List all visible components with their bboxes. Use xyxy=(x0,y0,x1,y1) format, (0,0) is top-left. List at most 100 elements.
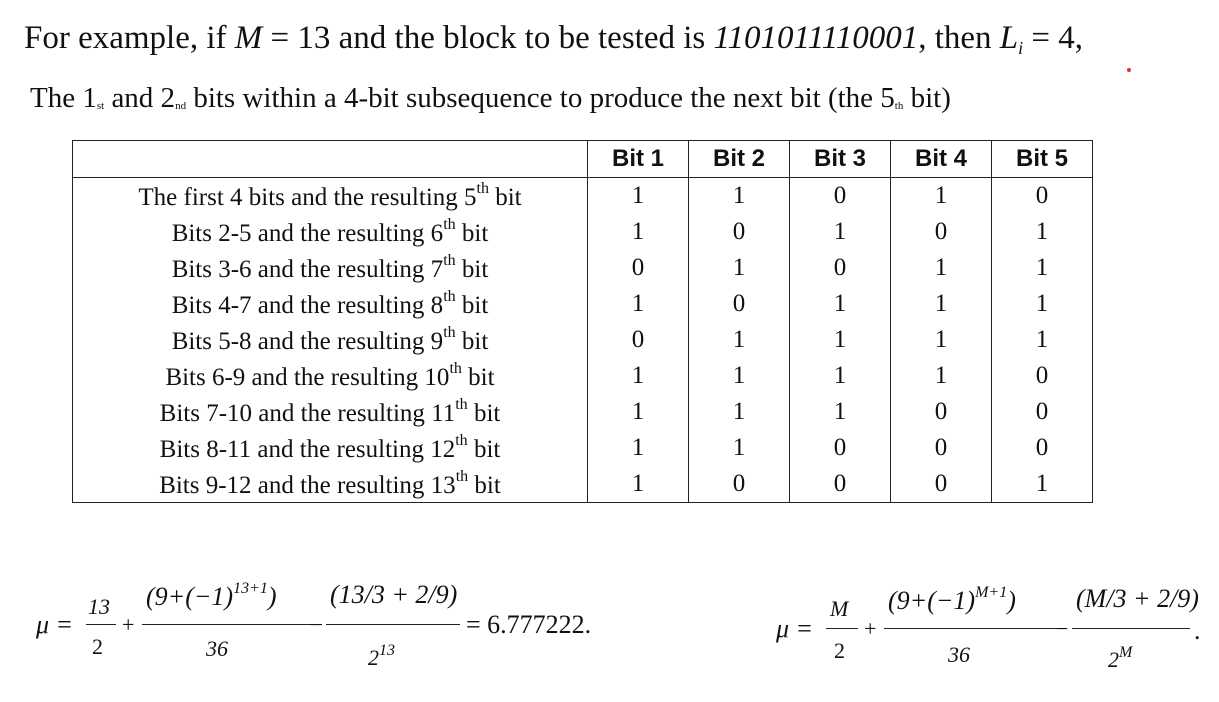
row-label-sup: th xyxy=(455,432,468,449)
row-label: Bits 9-12 and the resulting 13th bit xyxy=(72,466,588,503)
m-value: = 13 xyxy=(262,20,331,56)
bit-cell: 1 xyxy=(789,322,891,358)
bit-cell: 1 xyxy=(789,358,891,394)
right-n2-base: (9+(−1) xyxy=(888,586,976,615)
bit-cell: 1 xyxy=(688,430,790,466)
left-n2-close: ) xyxy=(267,582,277,611)
line2-part-a: The 1 xyxy=(30,82,97,114)
var-l: L xyxy=(999,20,1019,56)
right-plus: + xyxy=(864,616,877,641)
row-label-tail: bit xyxy=(461,364,495,391)
bit-cell: 0 xyxy=(890,466,992,503)
table-row: Bits 9-12 and the resulting 13th bit 1 0 0 0… xyxy=(72,466,1093,503)
row-label-text: Bits 5-8 and the resulting 9 xyxy=(171,328,444,355)
bit-cell: 0 xyxy=(890,394,992,430)
right-end: . xyxy=(1194,616,1201,645)
row-label-text: Bits 7-10 and the resulting 11 xyxy=(159,400,456,427)
right-d3-exp: M xyxy=(1119,644,1133,661)
bit-cell: 0 xyxy=(991,358,1093,394)
line2-part-b: and 2 xyxy=(104,82,176,114)
bit-cell: 0 xyxy=(789,430,891,466)
table-row: Bits 4-7 and the resulting 8th bit 1 0 1 1 1 xyxy=(72,286,1093,322)
row-label: Bits 6-9 and the resulting 10th bit xyxy=(72,358,588,394)
row-label-tail: bit xyxy=(455,220,489,247)
left-n2-base: (9+(−1) xyxy=(146,582,234,611)
bit-cell: 1 xyxy=(890,286,992,322)
right-n2-exp: M+1 xyxy=(975,584,1008,601)
table-row: Bits 6-9 and the resulting 10th bit 1 1 1 1 0 xyxy=(72,358,1093,394)
table-row: Bits 2-5 and the resulting 6th bit 1 0 1 0 1 xyxy=(72,214,1093,250)
left-n2-exp: 13+1 xyxy=(233,580,268,597)
left-d2: 36 xyxy=(206,636,228,661)
bit-cell: 1 xyxy=(789,214,891,250)
bit-cell: 0 xyxy=(688,286,790,322)
bit-cell: 1 xyxy=(991,250,1093,286)
header-bit-5: Bit 5 xyxy=(991,140,1093,178)
bit-cell: 0 xyxy=(789,177,891,214)
row-label-sup: th xyxy=(443,288,456,305)
row-label: Bits 7-10 and the resulting 11th bit xyxy=(72,394,588,430)
intro-prefix: For example, if xyxy=(24,20,235,56)
header-bit-4: Bit 4 xyxy=(890,140,992,178)
row-label-tail: bit xyxy=(467,400,501,427)
row-label-sup: th xyxy=(455,396,468,413)
bit-cell: 0 xyxy=(991,430,1093,466)
row-label-tail: bit xyxy=(455,256,489,283)
row-label-sup: th xyxy=(476,180,489,197)
row-label-sup: th xyxy=(455,468,469,485)
right-d3: 2M xyxy=(1108,644,1132,673)
bit-cell: 1 xyxy=(789,394,891,430)
bit-cell: 0 xyxy=(991,394,1093,430)
bit-cell: 1 xyxy=(587,177,689,214)
row-label-text: Bits 2-5 and the resulting 6 xyxy=(171,220,444,247)
row-label-text: Bits 3-6 and the resulting 7 xyxy=(171,256,444,283)
row-label-tail: bit xyxy=(488,184,522,211)
bit-cell: 0 xyxy=(991,177,1093,214)
row-label: Bits 2-5 and the resulting 6th bit xyxy=(72,214,588,250)
bit-cell: 1 xyxy=(587,394,689,430)
left-bar-1 xyxy=(86,624,116,625)
left-n1: 13 xyxy=(88,594,110,619)
row-label-text: Bits 8-11 and the resulting 12 xyxy=(159,436,456,463)
bit-cell: 1 xyxy=(688,358,790,394)
bit-cell: 0 xyxy=(688,466,790,503)
right-n2: (9+(−1)M+1) xyxy=(888,584,1016,616)
intro-mid: and the block to be tested is xyxy=(330,20,714,56)
bit-cell: 1 xyxy=(587,358,689,394)
left-minus: − xyxy=(310,612,323,637)
bit-cell: 1 xyxy=(890,177,992,214)
row-label-text: Bits 9-12 and the resulting 13 xyxy=(159,472,456,499)
row-label-tail: bit xyxy=(455,328,489,355)
right-d1: 2 xyxy=(834,638,845,663)
bit-cell: 1 xyxy=(688,394,790,430)
left-d3-exp: 13 xyxy=(379,642,395,659)
table-row: Bits 3-6 and the resulting 7th bit 0 1 0 1 1 xyxy=(72,250,1093,286)
left-d3: 213 xyxy=(368,642,395,671)
left-result: = 6.777222. xyxy=(466,610,592,639)
row-label-sup: th xyxy=(443,324,456,341)
row-label: Bits 5-8 and the resulting 9th bit xyxy=(72,322,588,358)
bit-cell: 1 xyxy=(991,322,1093,358)
row-label: Bits 8-11 and the resulting 12th bit xyxy=(72,430,588,466)
bit-cell: 1 xyxy=(587,214,689,250)
red-dot-marker xyxy=(1127,68,1131,72)
bits-table: Bit 1 Bit 2 Bit 3 Bit 4 Bit 5 The first … xyxy=(72,140,1093,503)
bit-cell: 0 xyxy=(890,214,992,250)
bit-cell: 0 xyxy=(890,430,992,466)
bit-cell: 1 xyxy=(890,322,992,358)
row-label-text: The first 4 bits and the resulting 5 xyxy=(138,184,477,211)
left-plus: + xyxy=(122,612,135,637)
left-bar-2 xyxy=(142,624,322,625)
bit-cell: 1 xyxy=(587,430,689,466)
table-row: Bits 5-8 and the resulting 9th bit 0 1 1 1 1 xyxy=(72,322,1093,358)
left-d1: 2 xyxy=(92,634,103,659)
right-bar-1 xyxy=(826,628,858,629)
row-label: The first 4 bits and the resulting 5th b… xyxy=(72,177,588,214)
row-label-sup: th xyxy=(443,216,456,233)
left-n2: (9+(−1)13+1) xyxy=(146,580,277,612)
row-label-tail: bit xyxy=(467,436,501,463)
row-label-text: Bits 4-7 and the resulting 8 xyxy=(171,292,444,319)
header-empty xyxy=(72,140,588,178)
bit-cell: 0 xyxy=(587,250,689,286)
row-label: Bits 3-6 and the resulting 7th bit xyxy=(72,250,588,286)
